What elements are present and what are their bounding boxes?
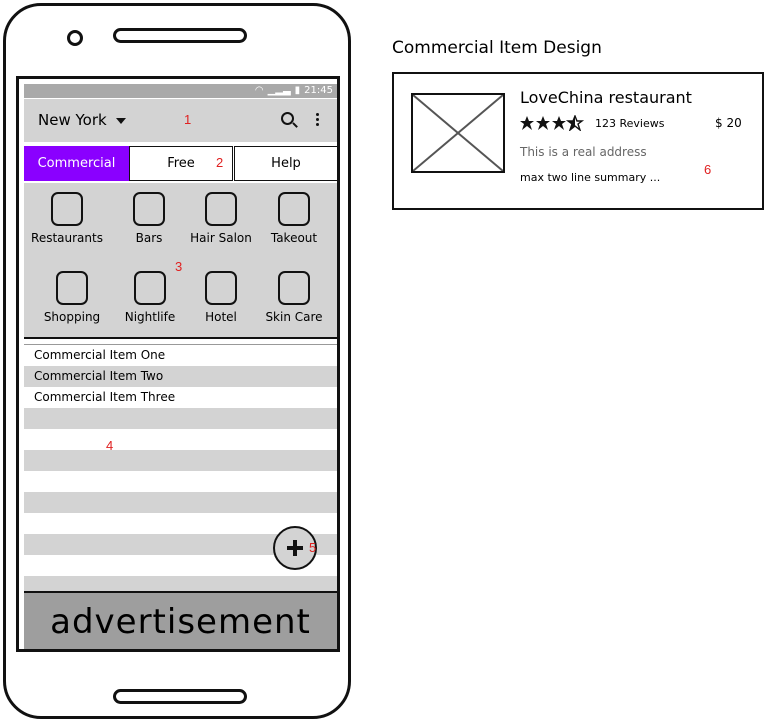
annotation-5: 5 xyxy=(309,540,317,555)
battery-icon: ▮ xyxy=(294,85,301,96)
search-icon[interactable] xyxy=(281,112,294,125)
home-bar[interactable] xyxy=(113,689,247,704)
item-summary: max two line summary ... xyxy=(520,171,661,184)
list-item[interactable]: Commercial Item Two xyxy=(24,366,337,387)
item-price: $ 20 xyxy=(715,116,742,130)
review-count: 123 Reviews xyxy=(595,117,665,130)
category-icon xyxy=(205,192,237,226)
item-address: This is a real address xyxy=(520,145,647,159)
annotation-2: 2 xyxy=(216,155,224,170)
status-bar: ◠ ▁▂▃ ▮ 21:45 xyxy=(24,84,337,98)
dropdown-caret-icon[interactable] xyxy=(116,118,126,124)
category-grid: Restaurants Bars Hair Salon Takeout 3 Sh… xyxy=(24,183,337,339)
category-icon xyxy=(51,192,83,226)
wifi-icon: ◠ xyxy=(254,85,264,96)
list-row-empty xyxy=(24,408,337,429)
category-icon xyxy=(278,192,310,226)
drag-handle[interactable] xyxy=(170,335,186,350)
category-label: Takeout xyxy=(270,231,318,245)
status-time: 21:45 xyxy=(304,85,333,96)
category-hair-salon[interactable]: Hair Salon xyxy=(181,192,261,245)
category-label: Restaurants xyxy=(31,231,103,245)
category-label: Shopping xyxy=(43,310,101,324)
item-name: LoveChina restaurant xyxy=(520,88,692,107)
category-bars[interactable]: Bars xyxy=(109,192,189,245)
list-row-empty xyxy=(24,492,337,513)
signal-icon: ▁▂▃ xyxy=(267,85,291,96)
phone-screen: ◠ ▁▂▃ ▮ 21:45 New York 1 Commercial Free He… xyxy=(16,76,340,652)
category-icon xyxy=(278,271,310,305)
more-vert-icon[interactable] xyxy=(316,113,320,128)
category-hotel[interactable]: Hotel xyxy=(181,271,261,324)
category-skin-care[interactable]: Skin Care xyxy=(254,271,334,324)
tab-help[interactable]: Help xyxy=(234,146,337,181)
category-icon xyxy=(134,271,166,305)
category-takeout[interactable]: Takeout xyxy=(254,192,334,245)
category-icon xyxy=(205,271,237,305)
category-nightlife[interactable]: Nightlife xyxy=(110,271,190,324)
tab-bar: Commercial Free Help 2 xyxy=(24,146,337,181)
annotation-1: 1 xyxy=(184,112,192,127)
annotation-6: 6 xyxy=(704,162,712,177)
category-icon xyxy=(133,192,165,226)
app-bar: New York 1 xyxy=(24,99,337,142)
category-label: Bars xyxy=(135,231,163,245)
design-title: Commercial Item Design xyxy=(392,38,602,58)
category-label: Hotel xyxy=(205,310,237,324)
category-label: Skin Care xyxy=(265,310,323,324)
annotation-4: 4 xyxy=(106,438,114,453)
star-rating xyxy=(519,114,585,134)
category-label: Nightlife xyxy=(124,310,176,324)
city-selector[interactable]: New York xyxy=(38,111,107,129)
commercial-item-card[interactable]: LoveChina restaurant 123 Reviews $ 20 Th… xyxy=(392,72,764,210)
category-restaurants[interactable]: Restaurants xyxy=(27,192,107,245)
list-row-empty xyxy=(24,429,337,450)
category-shopping[interactable]: Shopping xyxy=(32,271,112,324)
star-icon xyxy=(552,116,566,130)
category-icon xyxy=(56,271,88,305)
list-row-empty xyxy=(24,471,337,492)
category-label: Hair Salon xyxy=(190,231,252,245)
camera-icon xyxy=(67,30,83,46)
image-placeholder-icon xyxy=(411,93,505,173)
star-icon xyxy=(536,116,550,130)
list-item[interactable]: Commercial Item Three xyxy=(24,387,337,408)
list-item[interactable]: Commercial Item One xyxy=(24,345,337,366)
list-row-empty xyxy=(24,450,337,471)
speaker-grille xyxy=(113,28,247,43)
tab-commercial[interactable]: Commercial xyxy=(24,146,129,181)
star-icon xyxy=(520,116,534,130)
advertisement-banner[interactable]: advertisement xyxy=(24,591,337,649)
